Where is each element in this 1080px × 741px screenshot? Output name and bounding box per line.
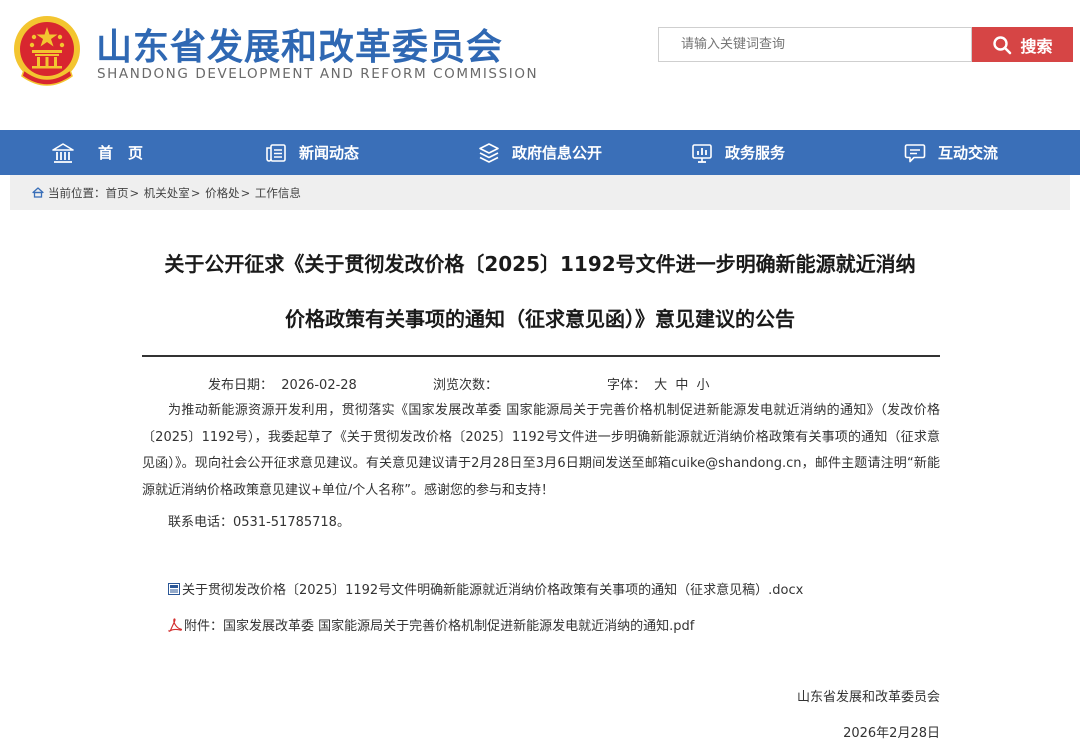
view-count-label: 浏览次数： (433, 378, 499, 393)
attachment-docx-label: 关于贯彻发改价格〔2025〕1192号文件明确新能源就近消纳价格政策有关事项的通… (182, 583, 804, 598)
nav-label-home: 首 页 (98, 144, 144, 162)
attachment-pdf-label: 附件：国家发展改革委 国家能源局关于完善价格机制促进新能源发电就近消纳的通知.p… (184, 619, 695, 634)
search-button[interactable]: 搜索 (972, 27, 1073, 62)
nav-item-interaction[interactable]: 互动交流 (904, 130, 998, 175)
nav-label-interaction: 互动交流 (938, 144, 999, 162)
nav-item-home[interactable]: 首 页 (52, 130, 143, 175)
signature-organization: 山东省发展和改革委员会 (796, 690, 940, 705)
nav-label-gov-info: 政府信息公开 (512, 144, 603, 162)
search-input[interactable] (658, 27, 972, 62)
publish-date-value: 2026-02-28 (281, 378, 357, 393)
breadcrumb-link-price-dept[interactable]: 价格处 (205, 185, 240, 201)
nav-item-news[interactable]: 新闻动态 (265, 130, 359, 175)
national-emblem-logo[interactable] (12, 14, 82, 90)
word-doc-icon (168, 582, 180, 595)
publish-date: 发布日期： 2026-02-28 (208, 374, 357, 393)
article-body: 为推动新能源资源开发利用，贯彻落实《国家发展改革委 国家能源局关于完善价格机制促… (142, 403, 940, 498)
search-icon (993, 35, 1012, 54)
publish-date-label: 发布日期： (208, 378, 274, 393)
breadcrumb-link-offices[interactable]: 机关处室 (144, 185, 190, 201)
site-subtitle: SHANDONG DEVELOPMENT AND REFORM COMMISSI… (97, 66, 539, 82)
nav-item-services[interactable]: 政务服务 (691, 130, 785, 175)
title-divider (142, 355, 940, 357)
main-nav: 首 页 新闻动态 政府信息公开 政务服务 互动交流 (0, 130, 1080, 175)
site-title[interactable]: 山东省发展和改革委员会 (96, 18, 503, 70)
chat-icon (904, 143, 926, 162)
home-icon (52, 142, 74, 163)
breadcrumb-home-icon (32, 187, 44, 198)
service-chart-icon (692, 143, 712, 163)
breadcrumb-separator: > (240, 185, 251, 200)
attachment-docx-link[interactable]: 关于贯彻发改价格〔2025〕1192号文件明确新能源就近消纳价格政策有关事项的通… (168, 579, 803, 598)
attachment-pdf-link[interactable]: 附件：国家发展改革委 国家能源局关于完善价格机制促进新能源发电就近消纳的通知.p… (168, 615, 694, 634)
font-size-label: 字体： (607, 378, 647, 393)
article-title-line-2: 价格政策有关事项的通知（征求意见函）》意见建议的公告 (285, 307, 795, 331)
breadcrumb-separator: > (129, 185, 140, 200)
site-header: 山东省发展和改革委员会 SHANDONG DEVELOPMENT AND REF… (0, 0, 1080, 130)
breadcrumb-prefix: 当前位置： (48, 185, 106, 200)
contact-phone: 联系电话：0531-51785718。 (168, 515, 350, 530)
font-size-large[interactable]: 大 (654, 378, 667, 393)
breadcrumb-link-work-info[interactable]: 工作信息 (255, 185, 301, 201)
font-size-selector: 字体： 大 中 小 (607, 374, 709, 393)
article-title-line-1: 关于公开征求《关于贯彻发改价格〔2025〕1192号文件进一步明确新能源就近消纳 (164, 252, 916, 276)
pdf-icon (168, 617, 182, 632)
signature-date: 2026年2月28日 (843, 726, 940, 741)
nav-item-gov-info[interactable]: 政府信息公开 (478, 130, 602, 175)
breadcrumb-separator: > (190, 185, 201, 200)
font-size-small[interactable]: 小 (696, 378, 709, 393)
search-button-label: 搜索 (1020, 38, 1053, 56)
nav-label-services: 政务服务 (725, 144, 786, 162)
font-size-medium[interactable]: 中 (675, 378, 688, 393)
news-icon (266, 143, 286, 162)
nav-label-news: 新闻动态 (299, 144, 360, 162)
breadcrumb: 当前位置： 首页 > 机关处室 > 价格处 > 工作信息 (10, 175, 1070, 210)
breadcrumb-link-home[interactable]: 首页 (106, 185, 129, 201)
view-count: 浏览次数： (433, 374, 498, 393)
layers-icon (479, 142, 499, 163)
